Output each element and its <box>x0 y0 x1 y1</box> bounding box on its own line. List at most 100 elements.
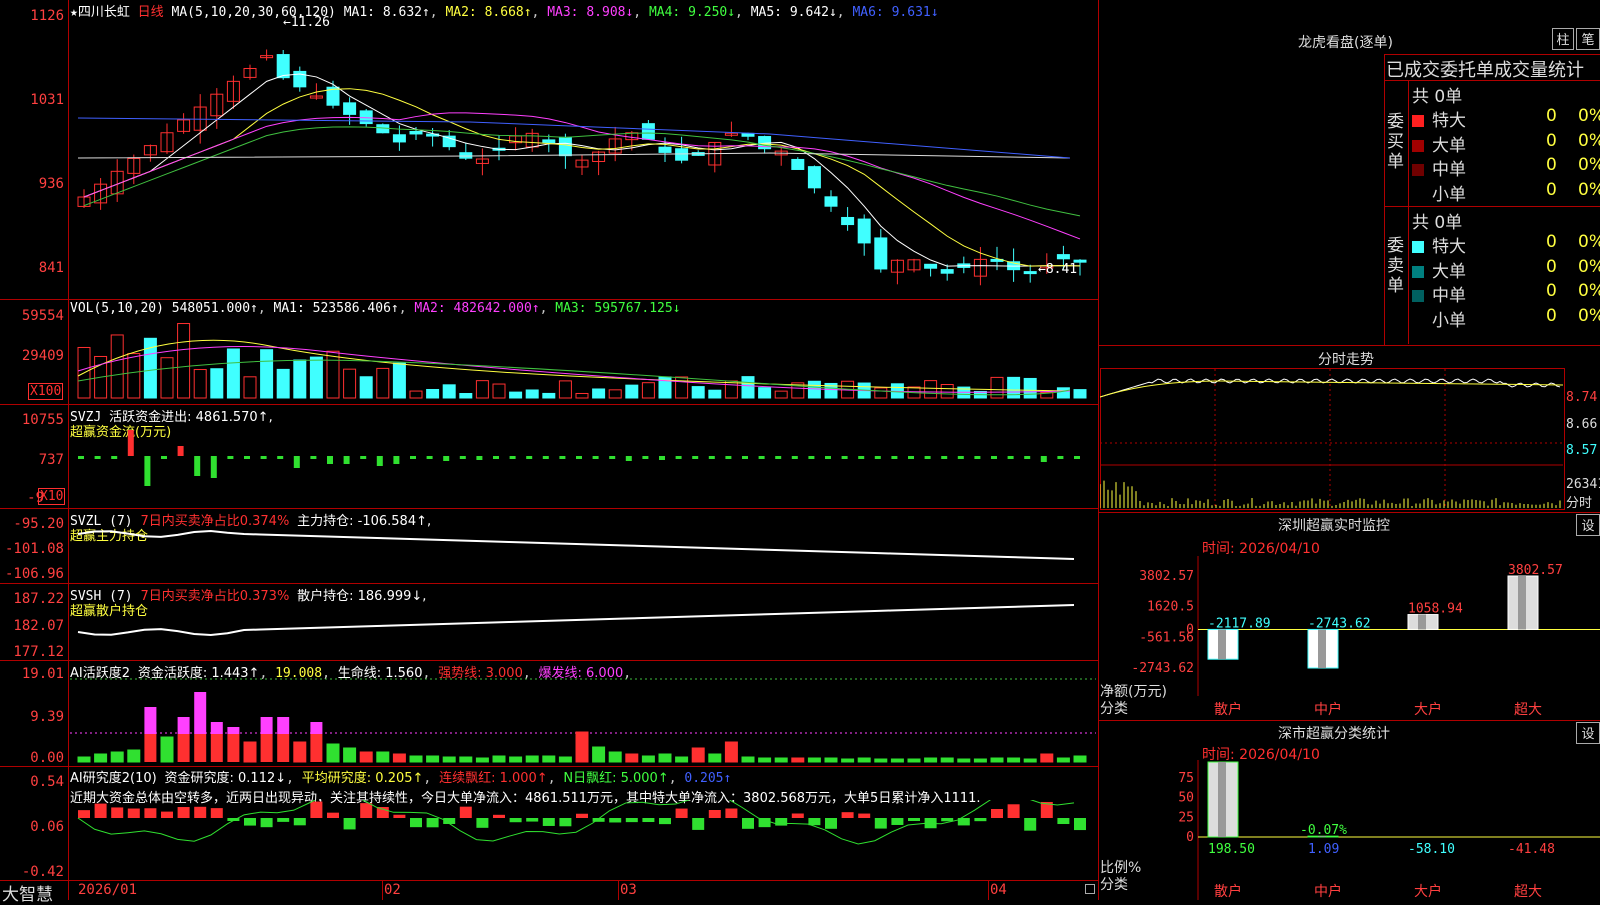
row-label: 大单 <box>1432 261 1466 282</box>
svzj-bar <box>393 456 400 464</box>
vol-bar <box>675 376 689 399</box>
vol-ma-line <box>77 346 1071 393</box>
candle-body <box>641 123 655 140</box>
vol-bar <box>359 376 373 399</box>
vol-bar <box>243 376 257 399</box>
row-label: 小单 <box>1432 184 1466 205</box>
vol-bar <box>575 392 589 399</box>
ai2-bar <box>410 818 422 828</box>
vol-bar <box>558 380 572 399</box>
ai1-bar <box>110 751 124 763</box>
ai1-bar <box>592 746 606 763</box>
xaxis-label-3: 04 <box>990 882 1007 898</box>
svzj-bar <box>343 456 350 464</box>
candle-chart[interactable] <box>70 18 1096 298</box>
vol-bar <box>160 357 174 399</box>
svzj-bar <box>758 456 765 459</box>
vol-bar <box>924 380 938 399</box>
ai2-bar <box>111 807 124 818</box>
ai2-chart <box>77 800 1086 845</box>
ai2-v1: 资金研究度: 0.112↓ <box>164 771 287 786</box>
svzj-bar <box>908 456 914 459</box>
vol-bar <box>442 384 456 399</box>
monitor-ytick: 3802.57 <box>1139 569 1194 584</box>
ai1-bar <box>210 734 223 762</box>
svzj-bar <box>78 456 84 459</box>
ai2-bar <box>78 810 90 818</box>
xaxis-label-0: 2026/01 <box>78 882 138 898</box>
monitor-value-label: -2743.62 <box>1308 616 1371 631</box>
svzj-bar <box>841 456 848 459</box>
row-label: 中单 <box>1432 160 1466 180</box>
ai1-bar <box>260 734 273 762</box>
ai2-bar <box>194 806 207 818</box>
sell-row-2: 中单 0 0% <box>1412 281 1600 306</box>
candle-body <box>874 237 888 270</box>
svzj-bar <box>725 456 732 459</box>
monitor-ytick: -2743.62 <box>1131 661 1194 676</box>
ai1-bar <box>625 753 639 763</box>
vol-bar <box>193 369 207 399</box>
candle-body <box>1056 254 1070 260</box>
ai1-bar <box>824 757 838 763</box>
intraday-top-sep <box>1098 345 1600 346</box>
svzj-bar <box>327 456 333 464</box>
svzl-chart <box>77 530 1075 560</box>
ai1-bar <box>890 758 904 763</box>
svzl-pct: 7日内买卖净占比0.374% <box>140 514 290 529</box>
vol-ma2: MA2: 482642.000↑ <box>414 301 540 316</box>
vol-unit[interactable]: X100 <box>28 383 64 400</box>
vol-bar <box>758 387 772 399</box>
ai2-bar <box>393 814 406 818</box>
intraday-title: 分时走势 <box>1318 352 1374 368</box>
ai1-bar-top <box>277 717 290 734</box>
color-swatch <box>1412 139 1424 152</box>
ai2-v4: N日飘红: 5.000↑ <box>563 771 669 786</box>
monitor-value-label: 1058.94 <box>1408 602 1463 617</box>
row-value: 0 <box>1546 179 1557 200</box>
intraday-chart[interactable] <box>1100 369 1563 508</box>
classify-chart[interactable]: 75 50 25 0 198.50 散户 1.09 中户 -58.10 大户 -41.48 超大 -0.… <box>1100 760 1600 900</box>
monitor-bar-shade <box>1418 614 1426 630</box>
ai1-bar <box>144 734 157 762</box>
vol-bar <box>309 356 323 399</box>
ai1-bar <box>492 755 506 763</box>
row-value: 0 <box>1546 155 1557 175</box>
ai2-v2: 平均研究度: 0.205↑ <box>301 771 424 786</box>
monitor-settings-button[interactable]: 设 <box>1576 514 1600 536</box>
ai2-bar <box>177 807 190 818</box>
vol-bar <box>940 384 954 399</box>
svzl-desc: 主力持仓: -106.584↑, <box>297 514 432 529</box>
brand-label: 大智慧 <box>2 885 53 905</box>
svzj-bar <box>559 456 566 459</box>
vol-bar <box>1023 377 1037 399</box>
sep-main <box>0 299 1098 300</box>
svzj-bar <box>426 456 433 459</box>
row-label: 特大 <box>1432 237 1466 257</box>
classify-value-label: -41.48 <box>1508 842 1555 857</box>
vol-bar <box>542 392 556 399</box>
row-label: 特大 <box>1432 111 1466 131</box>
svzj-bar <box>310 456 317 459</box>
svzj-bar <box>974 456 981 459</box>
classify-settings-button[interactable]: 设 <box>1576 722 1600 744</box>
ai1-bar <box>575 731 589 763</box>
row-pct: 0% <box>1578 281 1600 301</box>
ai2-bar <box>426 818 439 828</box>
ai2-bar <box>1074 818 1086 831</box>
ai2-bar <box>775 818 788 826</box>
ai2-bar <box>343 818 356 830</box>
bar-mode-button[interactable]: 柱 <box>1552 28 1574 50</box>
ai2-ytick-2: -0.42 <box>21 864 64 880</box>
svzj-unit[interactable]: X10 <box>38 488 66 505</box>
vol-bar <box>326 350 340 399</box>
ai1-bar-top <box>194 692 207 734</box>
ai1-bar <box>973 758 987 763</box>
ai2-bar <box>908 818 920 822</box>
monitor-chart[interactable]: 3802.571620.50-561.56-2743.62-2117.89散户-… <box>1100 556 1600 720</box>
tick-mode-button[interactable]: 笔 <box>1576 28 1600 50</box>
ai1-bar <box>940 757 954 763</box>
vol-bar <box>426 388 440 399</box>
lock-icon[interactable] <box>1085 884 1095 894</box>
svzj-bar <box>874 456 881 459</box>
